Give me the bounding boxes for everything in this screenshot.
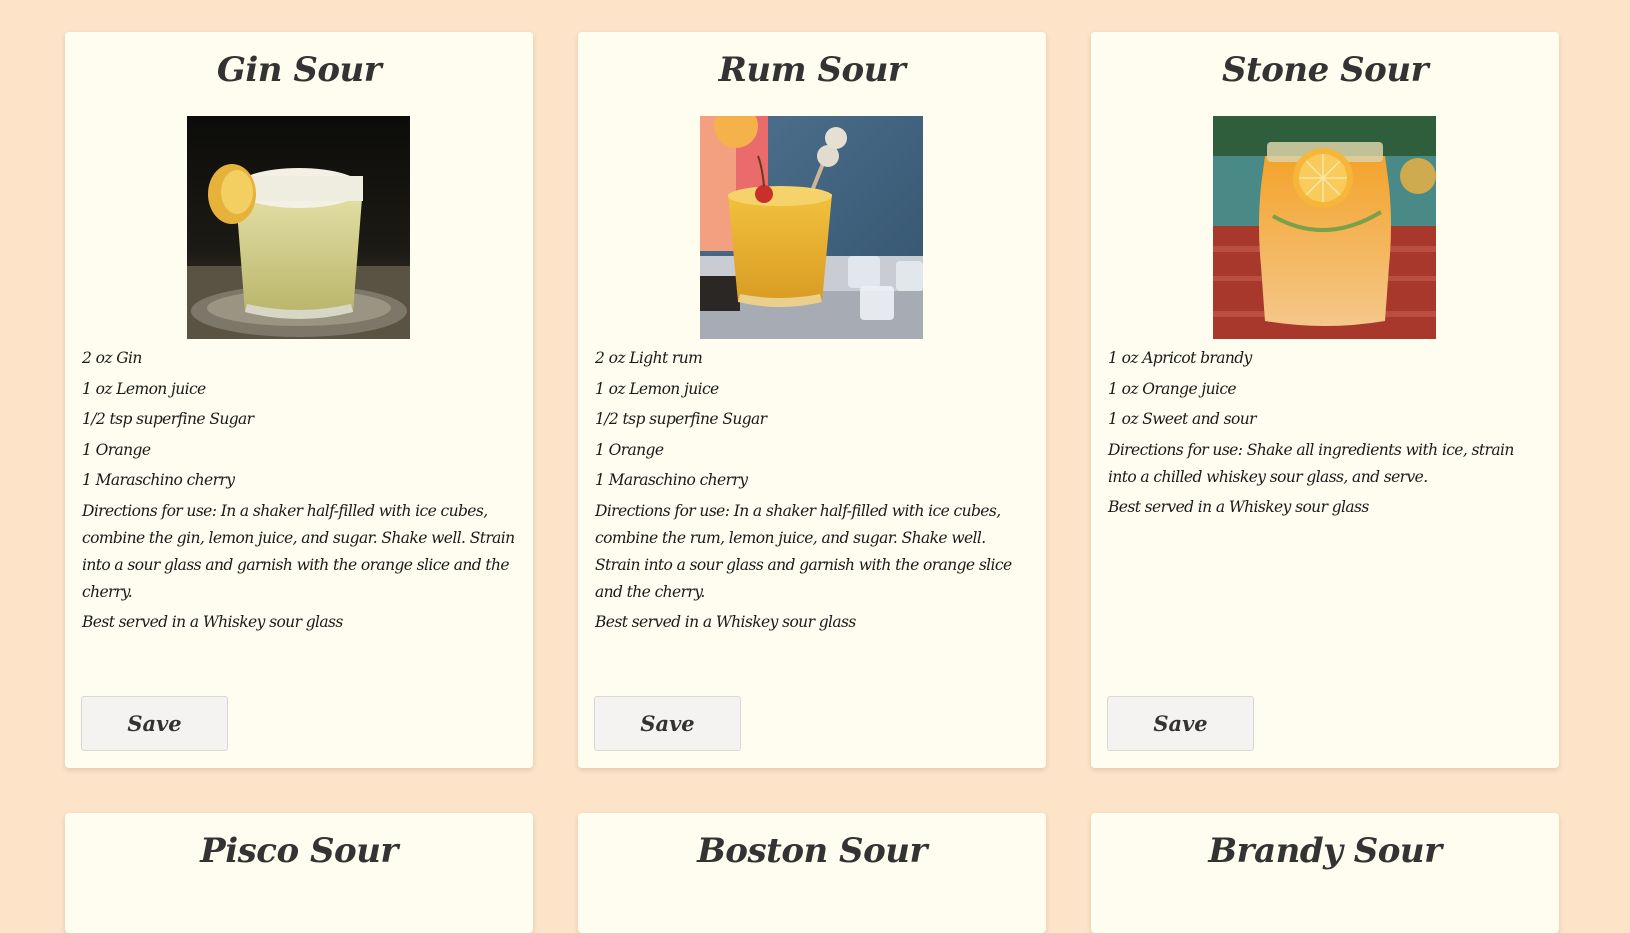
ingredient-item: 1/2 tsp superfine Sugar (82, 410, 254, 428)
cocktail-grid: Gin Sour 2 oz Gin 1 oz Lemon juice 1/2 t… (0, 0, 1630, 933)
cocktail-card: Pisco Sour (65, 813, 533, 933)
ingredient-item: 1 oz Apricot brandy (1108, 349, 1252, 367)
ingredient-item: 1 oz Orange juice (1108, 379, 1237, 398)
card-title: Gin Sour (216, 50, 382, 90)
ingredient-item: 2 oz Light rum (595, 349, 703, 367)
save-button[interactable]: Save (594, 696, 741, 751)
ingredient-item: 1 Orange (82, 440, 151, 459)
card-details: 2 oz Gin 1 oz Lemon juice 1/2 tsp superf… (82, 345, 516, 640)
save-button[interactable]: Save (81, 696, 228, 751)
glass-text: Best served in a Whiskey sour glass (595, 613, 856, 631)
card-title: Rum Sour (718, 50, 906, 90)
save-button[interactable]: Save (1107, 696, 1254, 751)
stone-sour-photo (1213, 116, 1436, 339)
cocktail-card: Stone Sour 1 oz Apricot brandy 1 oz Oran… (1091, 32, 1559, 768)
card-title: Boston Sour (697, 831, 927, 871)
directions-text: Directions for use: In a shaker half-fil… (82, 501, 515, 601)
ingredient-item: 1 oz Lemon juice (82, 379, 206, 398)
cocktail-card: Rum Sour 2 oz Light rum 1 oz Lemon juice… (578, 32, 1046, 768)
directions-text: Directions for use: In a shaker half-fil… (595, 501, 1012, 601)
card-details: 2 oz Light rum 1 oz Lemon juice 1/2 tsp … (595, 345, 1029, 640)
cocktail-card: Gin Sour 2 oz Gin 1 oz Lemon juice 1/2 t… (65, 32, 533, 768)
directions-text: Directions for use: Shake all ingredient… (1108, 440, 1514, 486)
glass-text: Best served in a Whiskey sour glass (82, 613, 343, 631)
rum-sour-photo (700, 116, 923, 339)
card-title: Brandy Sour (1208, 831, 1442, 871)
ingredient-item: 1/2 tsp superfine Sugar (595, 410, 767, 428)
cocktail-card: Brandy Sour (1091, 813, 1559, 933)
card-title: Pisco Sour (200, 831, 398, 871)
ingredient-item: 1 oz Sweet and sour (1108, 410, 1257, 428)
glass-text: Best served in a Whiskey sour glass (1108, 498, 1369, 516)
card-title: Stone Sour (1222, 50, 1429, 90)
card-details: 1 oz Apricot brandy 1 oz Orange juice 1 … (1108, 345, 1542, 525)
ingredient-item: 1 Maraschino cherry (595, 471, 748, 489)
ingredient-item: 2 oz Gin (82, 349, 142, 367)
ingredient-item: 1 Orange (595, 440, 664, 459)
ingredient-item: 1 Maraschino cherry (82, 471, 235, 489)
ingredient-item: 1 oz Lemon juice (595, 379, 719, 398)
gin-sour-photo (187, 116, 410, 339)
cocktail-card: Boston Sour (578, 813, 1046, 933)
